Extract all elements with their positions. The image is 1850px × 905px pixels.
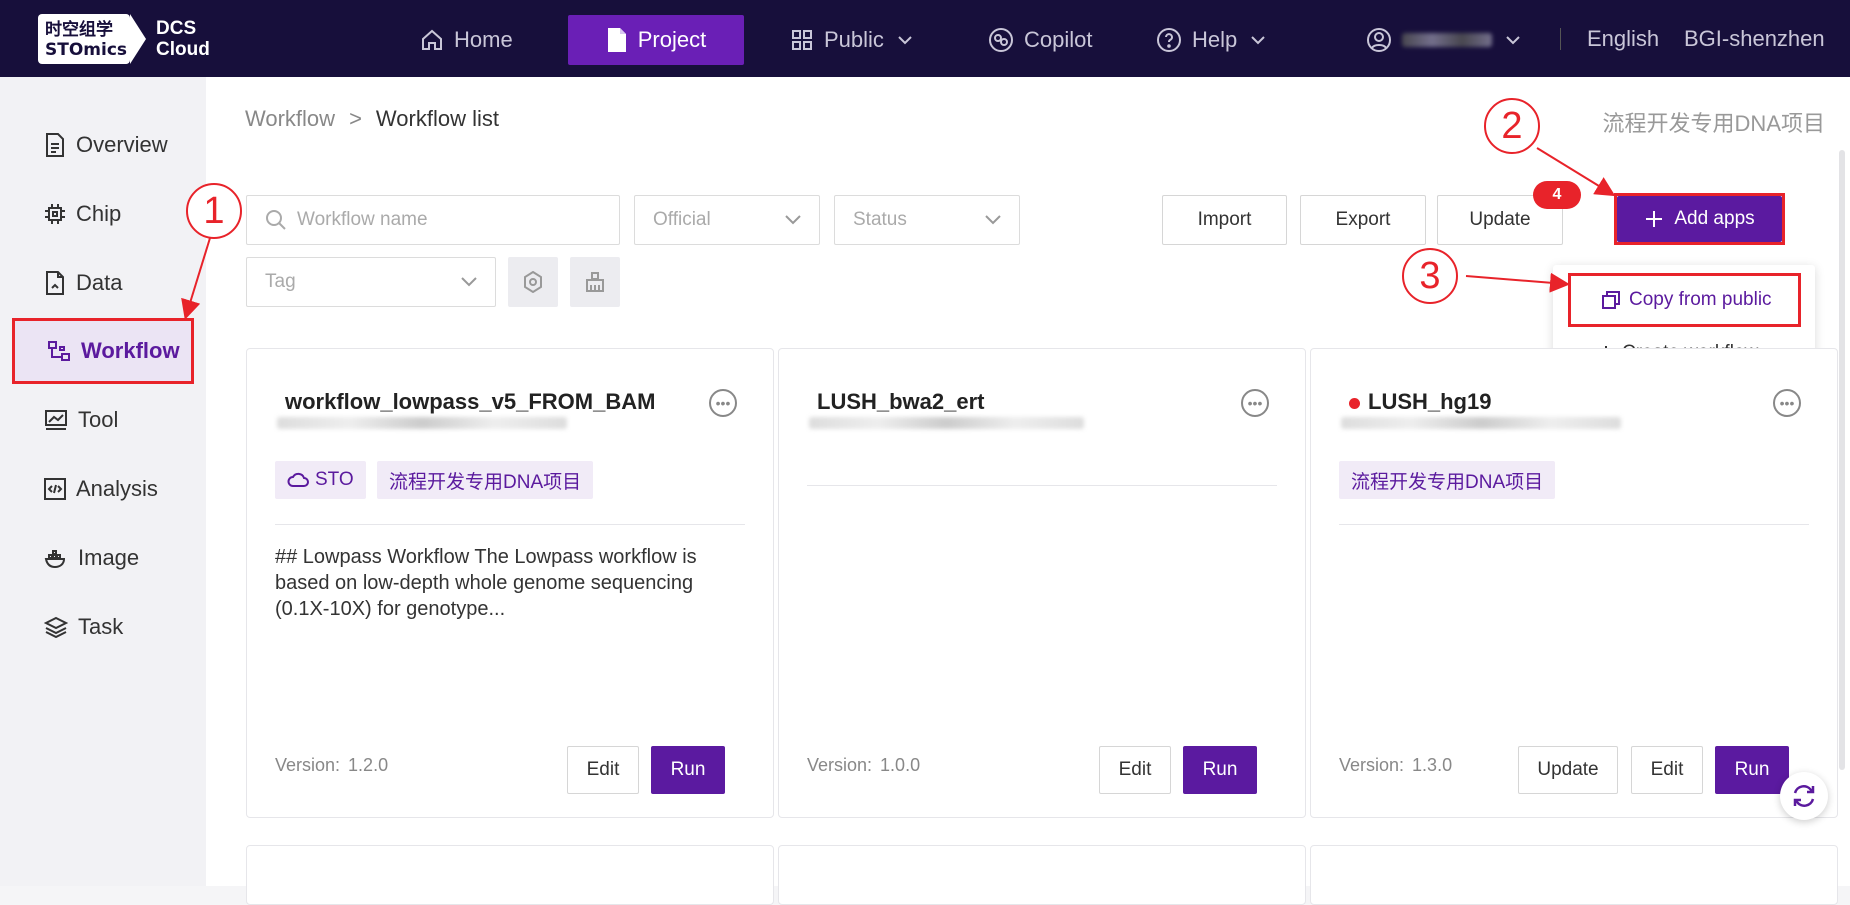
- callout-step-1: 1: [186, 183, 242, 239]
- callout-step-2: 2: [1484, 98, 1540, 154]
- version-info: Version: 1.0.0: [807, 755, 920, 776]
- tag-label: STO: [315, 469, 354, 490]
- more-options-icon[interactable]: •••: [709, 389, 737, 417]
- workflow-card-partial[interactable]: [1310, 845, 1838, 905]
- status-dot: [1349, 397, 1360, 409]
- edit-button[interactable]: Edit: [1631, 746, 1703, 794]
- update-workflow-button[interactable]: Update: [1518, 746, 1618, 794]
- card-divider: [275, 524, 745, 525]
- run-button[interactable]: Run: [1715, 746, 1789, 794]
- workflow-card-title[interactable]: workflow_lowpass_v5_FROM_BAM: [285, 389, 655, 415]
- version-label: Version:: [807, 755, 873, 775]
- refresh-icon: [1793, 785, 1815, 807]
- workflow-card-meta-redacted: [277, 417, 567, 429]
- version-value: 1.3.0: [1412, 755, 1453, 775]
- workflow-card-meta-redacted: [1341, 417, 1621, 429]
- version-label: Version:: [1339, 755, 1405, 775]
- workflow-description: ## Lowpass Workflow The Lowpass workflow…: [275, 546, 697, 620]
- workflow-card-title-text: LUSH_hg19: [1368, 389, 1492, 414]
- edit-button[interactable]: Edit: [1099, 746, 1171, 794]
- refresh-button[interactable]: [1780, 772, 1828, 820]
- card-divider: [807, 485, 1277, 486]
- workflow-card-title[interactable]: LUSH_hg19: [1349, 389, 1491, 415]
- tag-project: 流程开发专用DNA项目: [1339, 461, 1556, 499]
- version-value: 1.2.0: [348, 755, 389, 775]
- scrollbar[interactable]: [1839, 150, 1845, 770]
- tag-sto: STO: [275, 461, 366, 499]
- version-info: Version: 1.2.0: [275, 755, 388, 776]
- workflow-card[interactable]: LUSH_hg19 ••• 流程开发专用DNA项目 Version: 1.3.0 …: [1310, 348, 1838, 818]
- tag-project: 流程开发专用DNA项目: [377, 461, 594, 499]
- card-divider: [1339, 524, 1809, 525]
- workflow-card[interactable]: workflow_lowpass_v5_FROM_BAM ••• STO 流程开…: [246, 348, 774, 818]
- workflow-card[interactable]: LUSH_bwa2_ert ••• Version: 1.0.0 Edit Run: [778, 348, 1306, 818]
- workflow-card-meta-redacted: [809, 417, 1084, 429]
- more-options-icon[interactable]: •••: [1241, 389, 1269, 417]
- run-button[interactable]: Run: [651, 746, 725, 794]
- run-button[interactable]: Run: [1183, 746, 1257, 794]
- workflow-card-partial[interactable]: [778, 845, 1306, 905]
- version-info: Version: 1.3.0: [1339, 755, 1452, 776]
- more-options-icon[interactable]: •••: [1773, 389, 1801, 417]
- edit-button[interactable]: Edit: [567, 746, 639, 794]
- workflow-card-partial[interactable]: [246, 845, 774, 905]
- version-value: 1.0.0: [880, 755, 921, 775]
- callout-step-3: 3: [1402, 248, 1458, 304]
- version-label: Version:: [275, 755, 341, 775]
- cloud-icon: [287, 472, 309, 487]
- workflow-card-title[interactable]: LUSH_bwa2_ert: [817, 389, 985, 415]
